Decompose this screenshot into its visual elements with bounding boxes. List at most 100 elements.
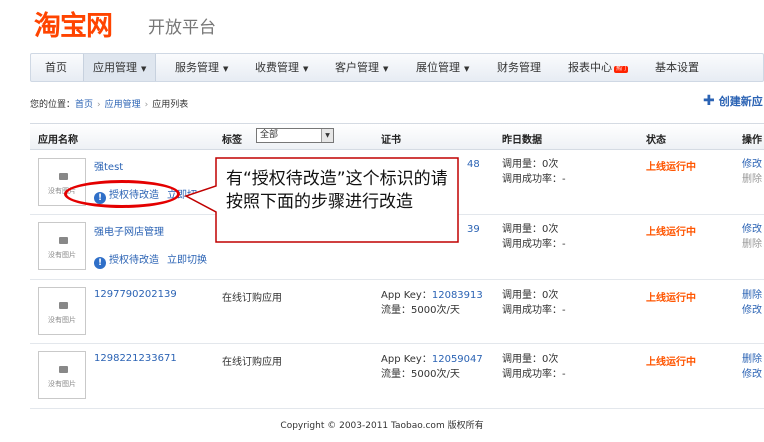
yesterday-stats: 调用量：0次 调用成功率：- — [502, 288, 566, 318]
call-count: 调用量：0次 — [502, 224, 559, 235]
chevron-down-icon: ▼ — [223, 65, 229, 73]
auth-pending-link[interactable]: 授权待改造 — [109, 255, 159, 266]
row-actions: 删除 修改 — [742, 352, 762, 382]
nav-basic-settings-label: 基本设置 — [655, 61, 699, 74]
col-status: 状态 — [646, 135, 666, 146]
app-key-value[interactable]: 12059047 — [432, 354, 483, 365]
chevron-down-icon: ▼ — [464, 65, 470, 73]
row-actions: 修改 删除 — [742, 157, 762, 187]
cert-info: App Key：12083913 流量：5000次/天 — [381, 288, 483, 318]
status-badge: 上线运行中 — [646, 293, 696, 304]
table-row: 没有图片 强电子网店管理 ! 授权待改造 立即切换 39 调用量：0次 调用成功率：-… — [30, 215, 764, 280]
call-count: 调用量：0次 — [502, 354, 559, 365]
nav-booth-management[interactable]: 展位管理 ▼ — [416, 54, 469, 81]
app-name-link[interactable]: 强test — [94, 158, 123, 173]
tag-filter-value: 全部 — [260, 130, 279, 140]
breadcrumb-current: 应用列表 — [152, 100, 189, 110]
cert-info: App Key：12059047 流量：5000次/天 — [381, 352, 483, 382]
status-badge: 上线运行中 — [646, 162, 696, 173]
no-picture-label: 没有图片 — [48, 251, 76, 259]
copyright-footer: Copyright © 2003-2011 Taobao.com 版权所有 — [280, 421, 484, 431]
table-row: 没有图片 1298221233671 在线订购应用 App Key：120590… — [30, 344, 764, 409]
yesterday-stats: 调用量：0次 调用成功率：- — [502, 352, 566, 382]
logo-sub-text: 开放平台 — [148, 18, 216, 38]
nav-basic-settings[interactable]: 基本设置 — [655, 54, 699, 81]
nav-app-management-label: 应用管理 — [93, 61, 137, 74]
col-ops: 操作 — [742, 135, 762, 146]
breadcrumb: 您的位置：首页 › 应用管理 › 应用列表 — [30, 97, 188, 110]
edit-link[interactable]: 修改 — [742, 222, 762, 237]
breadcrumb-app-management[interactable]: 应用管理 — [105, 100, 141, 110]
nav-home[interactable]: 首页 — [45, 54, 67, 81]
app-tag: 在线订购应用 — [222, 293, 282, 304]
no-picture-label: 没有图片 — [48, 380, 76, 388]
call-success-rate: 调用成功率：- — [502, 239, 566, 250]
app-tag: 在线订购应用 — [222, 357, 282, 368]
nav-customer-management-label: 客户管理 — [335, 61, 379, 74]
camera-icon — [59, 302, 68, 309]
hot-badge: 热门 — [613, 66, 628, 73]
chevron-down-icon: ▼ — [383, 65, 389, 73]
delete-link-disabled: 删除 — [742, 174, 762, 185]
edit-link[interactable]: 修改 — [742, 157, 762, 172]
edit-link[interactable]: 修改 — [742, 367, 762, 382]
app-thumbnail: 没有图片 — [38, 351, 86, 399]
nav-report-center-wrap: 报表中心 热门 — [568, 61, 628, 74]
app-name-link[interactable]: 1297790202139 — [94, 289, 177, 300]
col-app-name: 应用名称 — [38, 135, 78, 146]
app-name-link[interactable]: 强电子网店管理 — [94, 223, 164, 238]
camera-icon — [59, 237, 68, 244]
row-actions: 删除 修改 — [742, 288, 762, 318]
call-count: 调用量：0次 — [502, 290, 559, 301]
call-success-rate: 调用成功率：- — [502, 369, 566, 380]
nav-report-center-label: 报表中心 — [568, 61, 612, 74]
delete-link[interactable]: 删除 — [742, 288, 762, 303]
breadcrumb-separator-icon: › — [97, 100, 101, 110]
app-key-label: App Key： — [381, 290, 432, 301]
traffic-quota: 流量：5000次/天 — [381, 305, 460, 316]
logo-main-text: 淘宝网 — [34, 11, 113, 42]
app-key-value[interactable]: 12083913 — [432, 290, 483, 301]
nav-home-label: 首页 — [45, 61, 67, 74]
callout-text: 有“授权待改造”这个标识的请按照下面的步骤进行改造 — [226, 169, 448, 212]
breadcrumb-home[interactable]: 首页 — [75, 100, 93, 110]
camera-icon — [59, 366, 68, 373]
breadcrumb-separator-icon: › — [144, 100, 149, 110]
camera-icon — [59, 173, 68, 180]
breadcrumb-prefix: 您的位置： — [30, 100, 76, 110]
tag-filter-select[interactable]: 全部 ▼ — [256, 128, 334, 143]
row-actions: 修改 删除 — [742, 222, 762, 252]
nav-finance-management[interactable]: 财务管理 — [497, 54, 541, 81]
nav-service-management[interactable]: 服务管理 ▼ — [175, 54, 228, 81]
nav-customer-management[interactable]: 客户管理 ▼ — [335, 54, 388, 81]
col-stats: 昨日数据 — [502, 135, 542, 146]
switch-now-link[interactable]: 立即切换 — [167, 255, 207, 266]
delete-link[interactable]: 删除 — [742, 352, 762, 367]
create-app-label: 创建新应 — [718, 95, 763, 108]
app-key-value[interactable]: 48 — [467, 157, 480, 172]
nav-report-center[interactable]: 报表中心 热门 — [568, 54, 628, 81]
table-row: 没有图片 1297790202139 在线订购应用 App Key：120839… — [30, 280, 764, 344]
yesterday-stats: 调用量：0次 调用成功率：- — [502, 157, 566, 187]
status-badge: 上线运行中 — [646, 227, 696, 238]
status-badge: 上线运行中 — [646, 357, 696, 368]
no-picture-label: 没有图片 — [48, 316, 76, 324]
app-name-link[interactable]: 1298221233671 — [94, 353, 177, 364]
nav-booth-management-label: 展位管理 — [416, 61, 460, 74]
app-thumbnail: 没有图片 — [38, 222, 86, 270]
nav-billing-management[interactable]: 收费管理 ▼ — [255, 54, 308, 81]
highlight-oval — [64, 180, 180, 208]
call-count: 调用量：0次 — [502, 159, 559, 170]
plus-icon: ✚ — [703, 93, 715, 109]
create-app-button[interactable]: ✚ 创建新应 — [703, 93, 763, 109]
chevron-down-icon: ▼ — [303, 65, 309, 73]
chevron-down-icon: ▼ — [321, 129, 333, 142]
edit-link[interactable]: 修改 — [742, 303, 762, 318]
app-thumbnail: 没有图片 — [38, 287, 86, 335]
nav-app-management[interactable]: 应用管理 ▼ — [83, 54, 157, 81]
app-key: App Key：12059047 — [381, 352, 483, 367]
app-key-label: App Key： — [381, 354, 432, 365]
app-key: App Key：12083913 — [381, 288, 483, 303]
nav-service-management-label: 服务管理 — [175, 61, 219, 74]
app-key-value[interactable]: 39 — [467, 222, 480, 237]
